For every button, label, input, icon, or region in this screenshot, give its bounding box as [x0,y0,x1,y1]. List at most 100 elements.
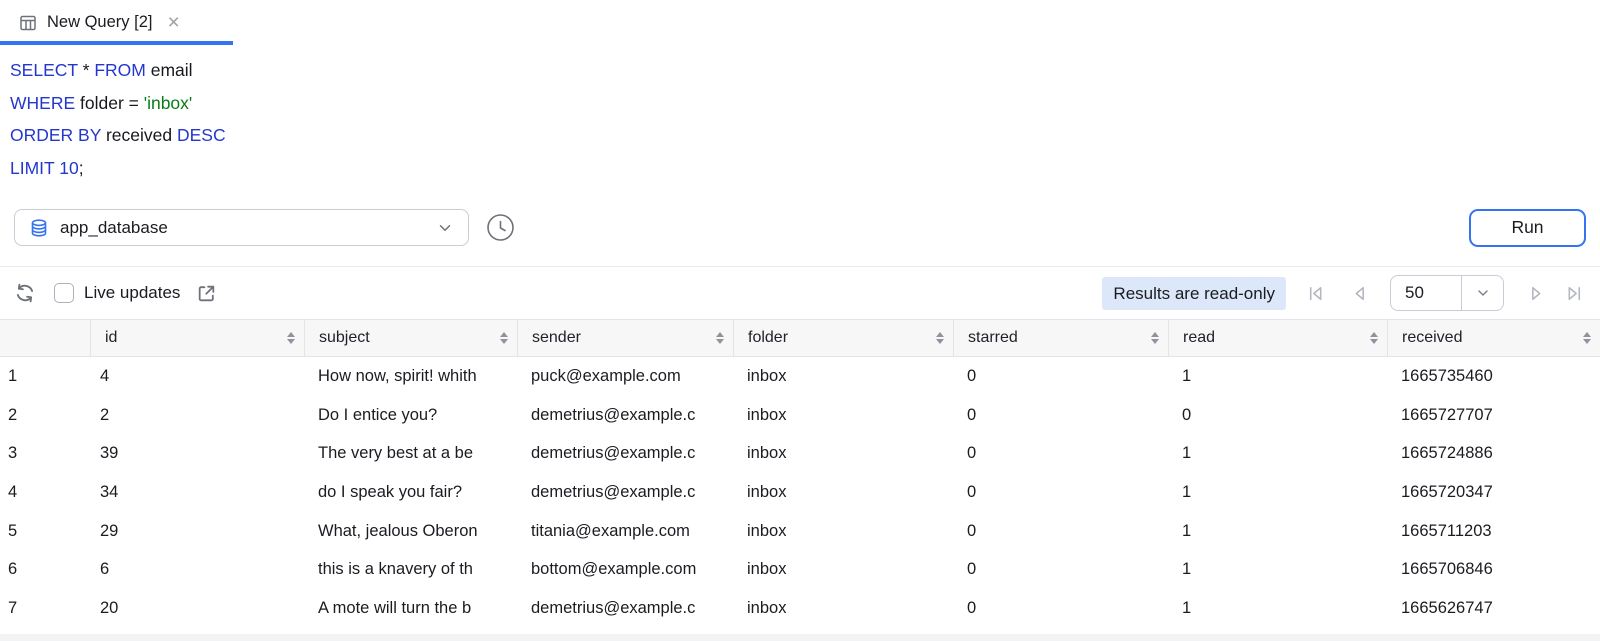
cell-id[interactable]: 29 [90,512,304,551]
table-row[interactable]: 66this is a knavery of thbottom@example.… [0,550,1600,589]
sort-icon[interactable] [1370,332,1378,345]
cell-folder[interactable]: inbox [733,357,953,396]
refresh-icon[interactable] [14,282,36,304]
cell-sender[interactable]: demetrius@example.c [517,396,733,435]
cell-subject[interactable]: do I speak you fair? [304,473,517,512]
cell-read[interactable]: 0 [1168,396,1387,435]
run-button[interactable]: Run [1469,209,1586,247]
last-page-icon[interactable] [1563,283,1584,304]
cell-id[interactable]: 34 [90,473,304,512]
cell-received[interactable]: 1665711203 [1387,512,1600,551]
column-header-id[interactable]: id [90,320,304,356]
horizontal-scrollbar[interactable] [0,628,1600,641]
cell-folder[interactable]: inbox [733,434,953,473]
column-header-starred[interactable]: starred [953,320,1168,356]
table-row[interactable]: 720A mote will turn the bdemetrius@examp… [0,589,1600,628]
sql-line[interactable]: WHERE folder = 'inbox' [10,87,1600,120]
live-updates-label[interactable]: Live updates [84,283,180,303]
row-number[interactable]: 6 [0,550,90,589]
cell-id[interactable]: 2 [90,396,304,435]
cell-subject[interactable]: What, jealous Oberon [304,512,517,551]
sql-line[interactable]: ORDER BY received DESC [10,119,1600,152]
row-number[interactable]: 7 [0,589,90,628]
cell-received[interactable]: 1665724886 [1387,434,1600,473]
chevron-down-icon[interactable] [1462,276,1503,310]
cell-read[interactable]: 1 [1168,589,1387,628]
cell-folder[interactable]: inbox [733,512,953,551]
table-row[interactable]: 434do I speak you fair?demetrius@example… [0,473,1600,512]
cell-id[interactable]: 6 [90,550,304,589]
close-icon[interactable]: × [167,12,179,33]
cell-sender[interactable]: puck@example.com [517,357,733,396]
page-size-value[interactable]: 50 [1391,276,1461,310]
cell-subject[interactable]: A mote will turn the b [304,589,517,628]
cell-subject[interactable]: How now, spirit! whith [304,357,517,396]
cell-subject[interactable]: Do I entice you? [304,396,517,435]
cell-starred[interactable]: 0 [953,434,1168,473]
column-header-sender[interactable]: sender [517,320,733,356]
sort-icon[interactable] [500,332,508,345]
cell-sender[interactable]: demetrius@example.c [517,434,733,473]
cell-folder[interactable]: inbox [733,396,953,435]
cell-received[interactable]: 1665727707 [1387,396,1600,435]
sort-icon[interactable] [716,332,724,345]
table-row[interactable]: 529What, jealous Oberontitania@example.c… [0,512,1600,551]
cell-folder[interactable]: inbox [733,589,953,628]
table-row[interactable]: 14How now, spirit! whithpuck@example.com… [0,357,1600,396]
cell-sender[interactable]: titania@example.com [517,512,733,551]
row-number[interactable]: 5 [0,512,90,551]
table-row[interactable]: 22Do I entice you?demetrius@example.cinb… [0,396,1600,435]
column-header-folder[interactable]: folder [733,320,953,356]
sort-icon[interactable] [1151,332,1159,345]
cell-received[interactable]: 1665720347 [1387,473,1600,512]
row-number[interactable]: 1 [0,357,90,396]
cell-subject[interactable]: The very best at a be [304,434,517,473]
cell-sender[interactable]: bottom@example.com [517,550,733,589]
next-page-icon[interactable] [1526,283,1547,304]
column-header-read[interactable]: read [1168,320,1387,356]
page-size-control[interactable]: 50 [1390,275,1504,311]
tab-bar: New Query [2] × [0,0,1600,45]
cell-read[interactable]: 1 [1168,357,1387,396]
database-selector[interactable]: app_database [14,209,469,246]
query-history-button[interactable] [486,213,515,242]
first-page-icon[interactable] [1306,283,1327,304]
cell-folder[interactable]: inbox [733,550,953,589]
column-header-subject[interactable]: subject [304,320,517,356]
cell-received[interactable]: 1665706846 [1387,550,1600,589]
cell-id[interactable]: 20 [90,589,304,628]
live-updates-checkbox[interactable] [54,283,74,303]
sql-line[interactable]: LIMIT 10; [10,152,1600,185]
cell-id[interactable]: 4 [90,357,304,396]
table-row[interactable]: 339The very best at a bedemetrius@exampl… [0,434,1600,473]
cell-subject[interactable]: this is a knavery of th [304,550,517,589]
column-header-received[interactable]: received [1387,320,1600,356]
sql-editor[interactable]: SELECT * FROM emailWHERE folder = 'inbox… [0,45,1600,208]
previous-page-icon[interactable] [1349,283,1370,304]
cell-read[interactable]: 1 [1168,512,1387,551]
tab-new-query[interactable]: New Query [2] × [0,0,194,45]
cell-received[interactable]: 1665626747 [1387,589,1600,628]
cell-starred[interactable]: 0 [953,589,1168,628]
cell-read[interactable]: 1 [1168,550,1387,589]
cell-received[interactable]: 1665735460 [1387,357,1600,396]
row-number[interactable]: 4 [0,473,90,512]
cell-starred[interactable]: 0 [953,473,1168,512]
cell-starred[interactable]: 0 [953,512,1168,551]
cell-id[interactable]: 39 [90,434,304,473]
cell-starred[interactable]: 0 [953,550,1168,589]
open-in-new-window-icon[interactable] [196,283,217,304]
sql-line[interactable]: SELECT * FROM email [10,54,1600,87]
sort-icon[interactable] [936,332,944,345]
cell-read[interactable]: 1 [1168,473,1387,512]
cell-sender[interactable]: demetrius@example.c [517,589,733,628]
cell-starred[interactable]: 0 [953,357,1168,396]
cell-folder[interactable]: inbox [733,473,953,512]
sort-icon[interactable] [287,332,295,345]
row-number[interactable]: 2 [0,396,90,435]
cell-sender[interactable]: demetrius@example.c [517,473,733,512]
cell-read[interactable]: 1 [1168,434,1387,473]
sort-icon[interactable] [1583,332,1591,345]
row-number[interactable]: 3 [0,434,90,473]
cell-starred[interactable]: 0 [953,396,1168,435]
